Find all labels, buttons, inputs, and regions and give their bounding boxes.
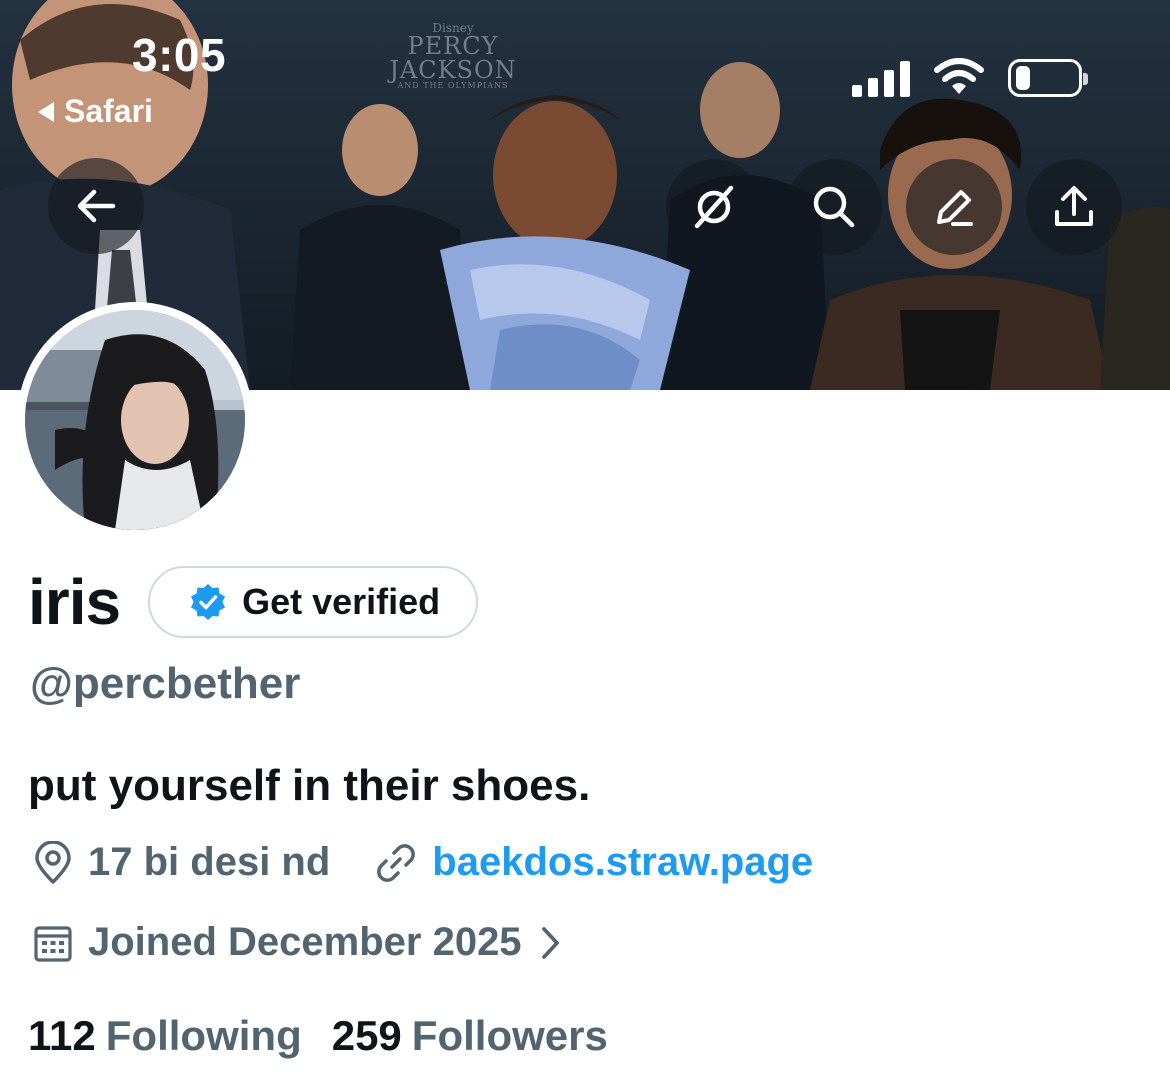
calendar-icon <box>34 925 72 962</box>
grok-button[interactable] <box>666 159 762 255</box>
location-text: 17 bi desi nd <box>88 840 331 884</box>
get-verified-button[interactable]: Get verified <box>148 566 479 638</box>
search-button[interactable] <box>786 159 882 255</box>
followers-count: 259 <box>331 1012 402 1059</box>
location-pin-icon <box>35 840 71 884</box>
share-icon <box>1055 186 1093 226</box>
back-to-app-link[interactable]: Safari <box>38 93 153 130</box>
share-button[interactable] <box>1026 159 1122 255</box>
location-item: 17 bi desi nd <box>32 840 330 885</box>
profile-bio: put yourself in their shoes. <box>28 761 591 810</box>
verified-badge-icon <box>191 584 226 620</box>
edit-button[interactable] <box>906 159 1002 255</box>
back-button[interactable] <box>48 158 144 254</box>
get-verified-label: Get verified <box>242 581 441 622</box>
pencil-icon <box>937 190 973 226</box>
joined-row[interactable]: Joined December 2025 <box>32 920 564 965</box>
follow-stats: 112 Following 259 Followers <box>28 1012 638 1060</box>
status-icons <box>852 56 1088 100</box>
following-count: 112 <box>28 1012 96 1059</box>
banner-logo: Disney PERCY JACKSON AND THE OLYMPIANS <box>389 21 517 90</box>
following-link[interactable]: 112 Following <box>28 1012 302 1060</box>
followers-label: Followers <box>411 1012 608 1059</box>
website-item[interactable]: baekdos.straw.page <box>374 840 813 885</box>
website-link[interactable]: baekdos.straw.page <box>432 840 813 885</box>
cellular-signal-icon <box>852 59 910 97</box>
display-name: iris <box>28 566 121 638</box>
profile-avatar[interactable] <box>17 302 253 538</box>
search-icon <box>813 186 855 228</box>
chevron-right-icon <box>541 926 559 959</box>
back-app-label: Safari <box>64 93 153 129</box>
avatar-photo <box>25 310 245 530</box>
name-row: iris Get verified <box>28 566 479 638</box>
back-triangle-icon <box>38 101 54 122</box>
slash-circle-icon <box>694 185 734 229</box>
battery-icon <box>1008 59 1088 97</box>
following-label: Following <box>105 1012 302 1059</box>
profile-meta-row: 17 bi desi nd baekdos.straw.page <box>32 840 857 885</box>
link-icon <box>377 843 416 882</box>
arrow-left-icon <box>77 189 116 223</box>
followers-link[interactable]: 259 Followers <box>332 1012 608 1060</box>
status-time: 3:05 <box>132 29 227 81</box>
joined-date: Joined December 2025 <box>88 920 522 964</box>
wifi-icon <box>934 58 984 94</box>
user-handle: @percbether <box>30 659 301 708</box>
